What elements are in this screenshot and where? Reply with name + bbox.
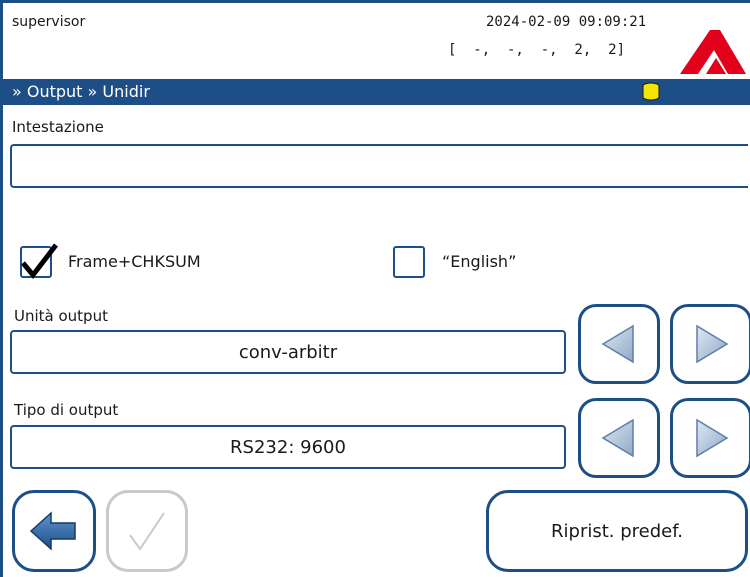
output-type-text: RS232: 9600 [230, 436, 346, 458]
output-unit-text: conv-arbitr [238, 341, 338, 363]
english-checkbox[interactable] [393, 246, 425, 278]
english-label[interactable]: “English” [442, 252, 516, 271]
triangle-left-icon [601, 324, 634, 364]
header-input[interactable] [10, 144, 748, 188]
breadcrumb: » Output » Unidir [12, 82, 150, 101]
checkmark-icon [21, 243, 58, 280]
output-unit-value[interactable]: conv-arbitr [10, 330, 566, 374]
back-button[interactable] [12, 490, 96, 572]
output-type-next-button[interactable] [670, 398, 750, 478]
header-label: Intestazione [12, 118, 104, 136]
database-icon [642, 82, 660, 101]
triangle-left-icon [601, 418, 634, 458]
top-frame-border [0, 0, 750, 3]
reset-defaults-button[interactable]: Riprist. predef. [486, 490, 748, 572]
output-unit-next-button[interactable] [670, 304, 750, 384]
output-type-value[interactable]: RS232: 9600 [10, 425, 566, 469]
output-unit-label: Unità output [14, 307, 108, 325]
company-logo-icon [680, 30, 746, 74]
output-unit-prev-button[interactable] [578, 304, 660, 384]
output-type-label: Tipo di output [14, 401, 119, 419]
frame-chksum-label[interactable]: Frame+CHKSUM [68, 252, 201, 271]
status-indicators: [ -, -, -, 2, 2] [448, 42, 626, 58]
current-user: supervisor [12, 14, 86, 30]
back-arrow-icon [29, 511, 76, 551]
date-time: 2024-02-09 09:09:21 [486, 14, 647, 30]
triangle-right-icon [696, 418, 729, 458]
frame-chksum-checkbox[interactable] [20, 243, 58, 280]
checkmark-icon [129, 512, 165, 551]
output-type-prev-button[interactable] [578, 398, 660, 478]
reset-defaults-label: Riprist. predef. [551, 520, 683, 542]
triangle-right-icon [696, 324, 729, 364]
title-bar: » Output » Unidir [0, 79, 750, 105]
confirm-button[interactable] [106, 490, 188, 572]
